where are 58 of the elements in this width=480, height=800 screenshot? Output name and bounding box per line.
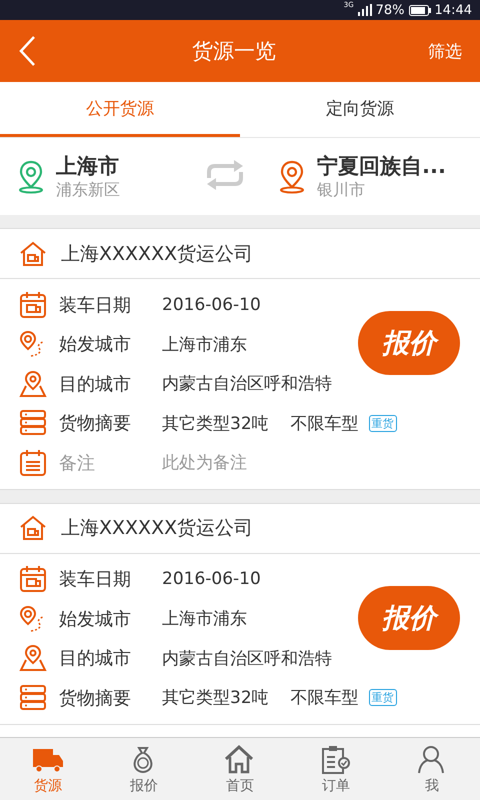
battery-percent: 78% [376,2,405,18]
field-label: 装车日期 [59,294,132,317]
page-title: 货源一览 [192,38,276,65]
district-name: 浦东新区 [56,180,120,201]
signal-icon [358,4,372,16]
city-name: 宁夏回族自... [317,153,446,180]
location-pin-icon [279,160,305,194]
nav-label: 货源 [34,776,62,794]
field-value: 其它类型32吨 [162,687,269,710]
field-value: 不限车型 [290,412,359,435]
field-value: 上海市浦东 [162,334,247,356]
city-name: 上海市 [56,153,120,180]
company-name: 上海XXXXXX货运公司 [61,242,254,266]
field-label: 始发城市 [59,333,132,356]
field-label: 货物摘要 [59,412,132,436]
nav-item[interactable]: 报价 [96,738,192,800]
nav-label: 首页 [226,776,254,794]
warehouse-icon [19,240,47,266]
warehouse-icon [19,515,47,541]
calendar-icon [19,565,47,594]
field-label: 装车日期 [59,568,132,592]
server-list-icon [19,684,47,712]
map-pin-icon [19,370,47,398]
location-pin-icon [18,160,44,194]
field-value: 不限车型 [290,687,359,710]
notepad-icon [19,448,47,477]
cargo-tag: 重货 [368,689,397,706]
field-value: 内蒙古自治区呼和浩特 [162,373,332,396]
district-name: 银川市 [317,180,366,201]
company-name: 上海XXXXXX货运公司 [61,516,254,541]
battery-icon [408,4,431,16]
field-value: 内蒙古自治区呼和浩特 [162,648,332,670]
filter-button[interactable]: 筛选 [428,40,462,62]
field-label: 始发城市 [59,608,132,631]
clipboard-icon [319,744,353,774]
nav-item[interactable]: 订单 [288,738,384,800]
field-label: 目的城市 [59,372,132,396]
field-label: 目的城市 [59,647,132,670]
nav-label: 订单 [322,776,350,794]
field-value: 此处为备注 [162,452,247,474]
clock: 14:44 [434,2,472,18]
field-value: 其它类型32吨 [162,412,269,435]
map-pin-icon [19,644,47,672]
field-label: 货物摘要 [59,686,132,710]
quote-button[interactable]: 报价 [358,586,460,650]
nav-item[interactable]: 首页 [192,738,288,800]
nav-label: 报价 [130,776,158,794]
server-list-icon [19,409,47,438]
field-value: 上海市浦东 [162,608,247,630]
cargo-tag: 重货 [368,414,397,432]
nav-item[interactable]: 货源 [0,738,96,800]
field-value: 2016-06-10 [162,569,261,590]
field-value: 2016-06-10 [162,294,261,315]
calendar-icon [19,290,47,319]
nav-label: 我 [425,776,439,794]
nav-item[interactable]: 我 [384,738,480,800]
field-label: 备注 [59,452,96,475]
quote-button[interactable]: 报价 [358,311,460,375]
